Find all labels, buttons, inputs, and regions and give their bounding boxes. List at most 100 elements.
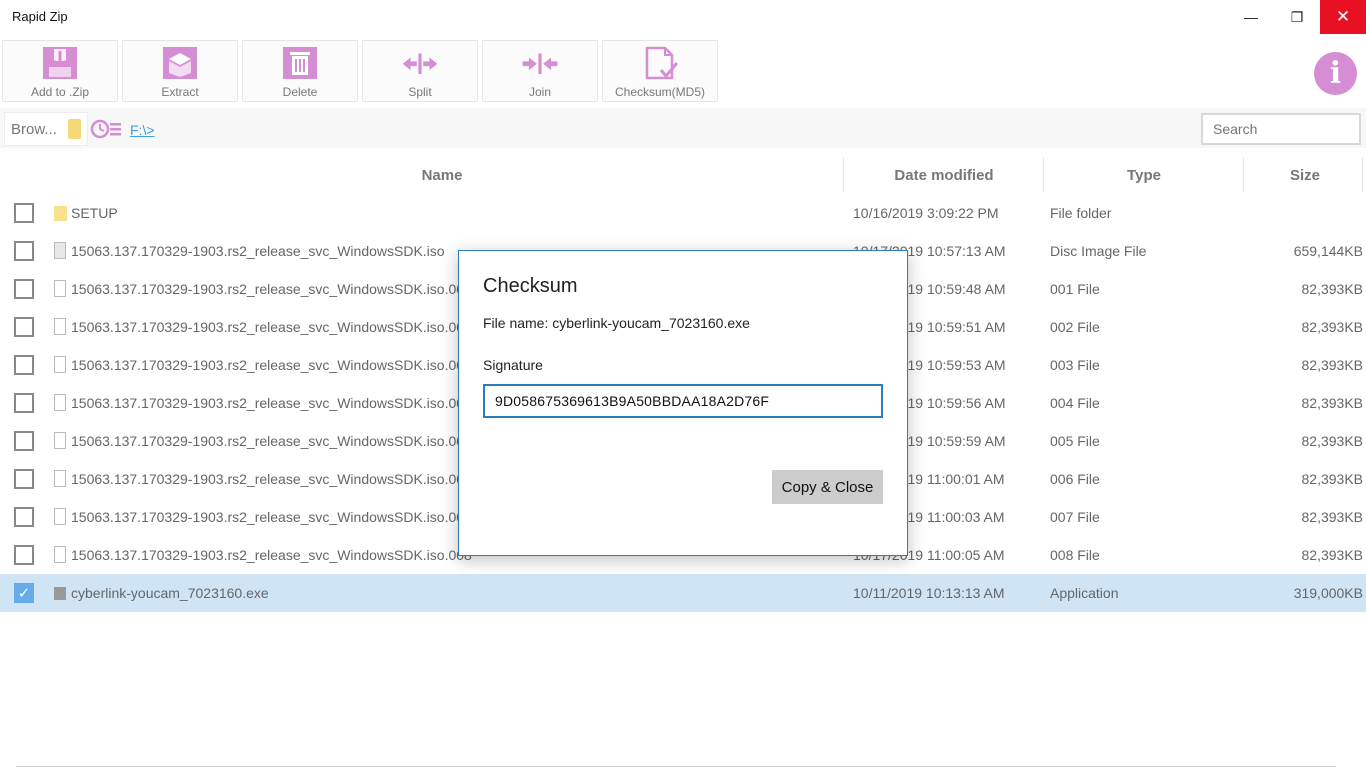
row-checkbox[interactable]	[14, 507, 34, 527]
trash-icon	[283, 47, 317, 79]
path-breadcrumb[interactable]: F:\>	[130, 122, 155, 138]
divider	[16, 766, 1336, 767]
disc-image-icon	[54, 242, 66, 259]
row-checkbox[interactable]	[14, 279, 34, 299]
file-size: 82,393KB	[1301, 547, 1364, 563]
row-checkbox[interactable]	[14, 355, 34, 375]
file-name: 15063.137.170329-1903.rs2_release_svc_Wi…	[71, 509, 472, 525]
file-icon	[54, 546, 66, 563]
history-icon[interactable]	[90, 118, 122, 140]
checksum-document-icon	[645, 46, 679, 80]
dialog-title: Checksum	[483, 275, 578, 297]
delete-label: Delete	[282, 85, 318, 99]
browse-button[interactable]: Brow...	[4, 112, 88, 146]
file-icon	[54, 394, 66, 411]
column-header-date[interactable]: Date modified	[844, 156, 1044, 194]
column-header-type[interactable]: Type	[1044, 156, 1244, 194]
file-type: 005 File	[1050, 433, 1100, 449]
row-checkbox[interactable]	[14, 203, 34, 223]
file-icon	[54, 356, 66, 373]
search-input[interactable]	[1201, 113, 1361, 145]
file-size: 659,144KB	[1293, 243, 1363, 259]
row-checkbox[interactable]	[14, 545, 34, 565]
title-bar: Rapid Zip — ❐ ✕	[0, 0, 1366, 34]
application-icon	[54, 587, 66, 600]
row-checkbox[interactable]	[14, 241, 34, 261]
file-size: 82,393KB	[1301, 395, 1364, 411]
window-title: Rapid Zip	[12, 9, 68, 24]
file-icon	[54, 280, 66, 297]
file-date: 10/11/2019 10:13:13 AM	[853, 585, 1005, 601]
delete-button[interactable]: Delete	[242, 40, 358, 102]
file-size: 319,000KB	[1293, 585, 1363, 601]
file-icon	[54, 470, 66, 487]
dialog-file-name: File name: cyberlink-youcam_7023160.exe	[483, 315, 750, 331]
file-name: 15063.137.170329-1903.rs2_release_svc_Wi…	[71, 471, 472, 487]
browse-label: Brow...	[11, 121, 57, 138]
add-to-zip-label: Add to .Zip	[30, 85, 90, 99]
split-arrows-icon	[402, 53, 438, 75]
info-icon: i	[1329, 56, 1342, 91]
row-checkbox[interactable]	[14, 469, 34, 489]
file-size: 82,393KB	[1301, 319, 1364, 335]
add-to-zip-icon	[43, 47, 77, 79]
file-name: SETUP	[71, 205, 118, 221]
file-name: 15063.137.170329-1903.rs2_release_svc_Wi…	[71, 281, 472, 297]
minimize-button[interactable]: —	[1228, 0, 1274, 34]
folder-icon	[68, 119, 81, 139]
file-name: 15063.137.170329-1903.rs2_release_svc_Wi…	[71, 433, 472, 449]
file-type: 002 File	[1050, 319, 1100, 335]
file-size: 82,393KB	[1301, 357, 1364, 373]
split-button[interactable]: Split	[362, 40, 478, 102]
file-type: 004 File	[1050, 395, 1100, 411]
row-checkbox[interactable]	[14, 393, 34, 413]
signature-label: Signature	[483, 357, 543, 373]
file-name: 15063.137.170329-1903.rs2_release_svc_Wi…	[71, 395, 472, 411]
info-button[interactable]: i	[1314, 52, 1357, 95]
row-checkbox[interactable]	[14, 317, 34, 337]
file-row-selected[interactable]: ✓ cyberlink-youcam_7023160.exe 10/11/201…	[0, 574, 1366, 612]
close-icon: ✕	[1335, 7, 1351, 26]
file-size: 82,393KB	[1301, 471, 1364, 487]
join-label: Join	[528, 85, 551, 99]
file-icon	[54, 318, 66, 335]
file-type: 008 File	[1050, 547, 1100, 563]
row-checkbox-checked[interactable]: ✓	[14, 583, 34, 603]
file-type: File folder	[1050, 205, 1112, 221]
join-button[interactable]: Join	[482, 40, 598, 102]
checksum-button[interactable]: Checksum(MD5)	[602, 40, 718, 102]
file-date: 10/16/2019 3:09:22 PM	[853, 205, 999, 221]
add-to-zip-button[interactable]: Add to .Zip	[2, 40, 118, 102]
file-type: Application	[1050, 585, 1119, 601]
checksum-label: Checksum(MD5)	[614, 85, 705, 99]
file-name: 15063.137.170329-1903.rs2_release_svc_Wi…	[71, 547, 472, 563]
column-header-name[interactable]: Name	[40, 156, 844, 194]
file-name: cyberlink-youcam_7023160.exe	[71, 585, 269, 601]
file-row[interactable]: SETUP 10/16/2019 3:09:22 PM File folder	[0, 194, 1366, 232]
file-size: 82,393KB	[1301, 433, 1364, 449]
file-size: 82,393KB	[1301, 509, 1364, 525]
column-divider[interactable]	[1362, 158, 1363, 192]
column-headers: Name Date modified Type Size	[0, 156, 1366, 194]
file-type: 001 File	[1050, 281, 1100, 297]
extract-label: Extract	[161, 85, 199, 99]
address-bar: Brow... F:\>	[0, 108, 1366, 148]
file-name: 15063.137.170329-1903.rs2_release_svc_Wi…	[71, 243, 445, 259]
extract-button[interactable]: Extract	[122, 40, 238, 102]
restore-button[interactable]: ❐	[1274, 0, 1320, 34]
file-type: 003 File	[1050, 357, 1100, 373]
file-icon	[54, 508, 66, 525]
file-name: 15063.137.170329-1903.rs2_release_svc_Wi…	[71, 319, 472, 335]
restore-icon: ❐	[1290, 8, 1304, 25]
close-button[interactable]: ✕	[1320, 0, 1366, 34]
join-arrows-icon	[522, 53, 558, 75]
extract-box-icon	[163, 47, 197, 79]
file-type: 006 File	[1050, 471, 1100, 487]
column-header-size[interactable]: Size	[1244, 156, 1366, 194]
copy-close-button[interactable]: Copy & Close	[772, 470, 883, 504]
signature-field[interactable]: 9D058675369613B9A50BBDAA18A2D76F	[483, 384, 883, 418]
file-type: Disc Image File	[1050, 243, 1147, 259]
file-size: 82,393KB	[1301, 281, 1364, 297]
row-checkbox[interactable]	[14, 431, 34, 451]
checksum-dialog: Checksum File name: cyberlink-youcam_702…	[458, 250, 908, 556]
